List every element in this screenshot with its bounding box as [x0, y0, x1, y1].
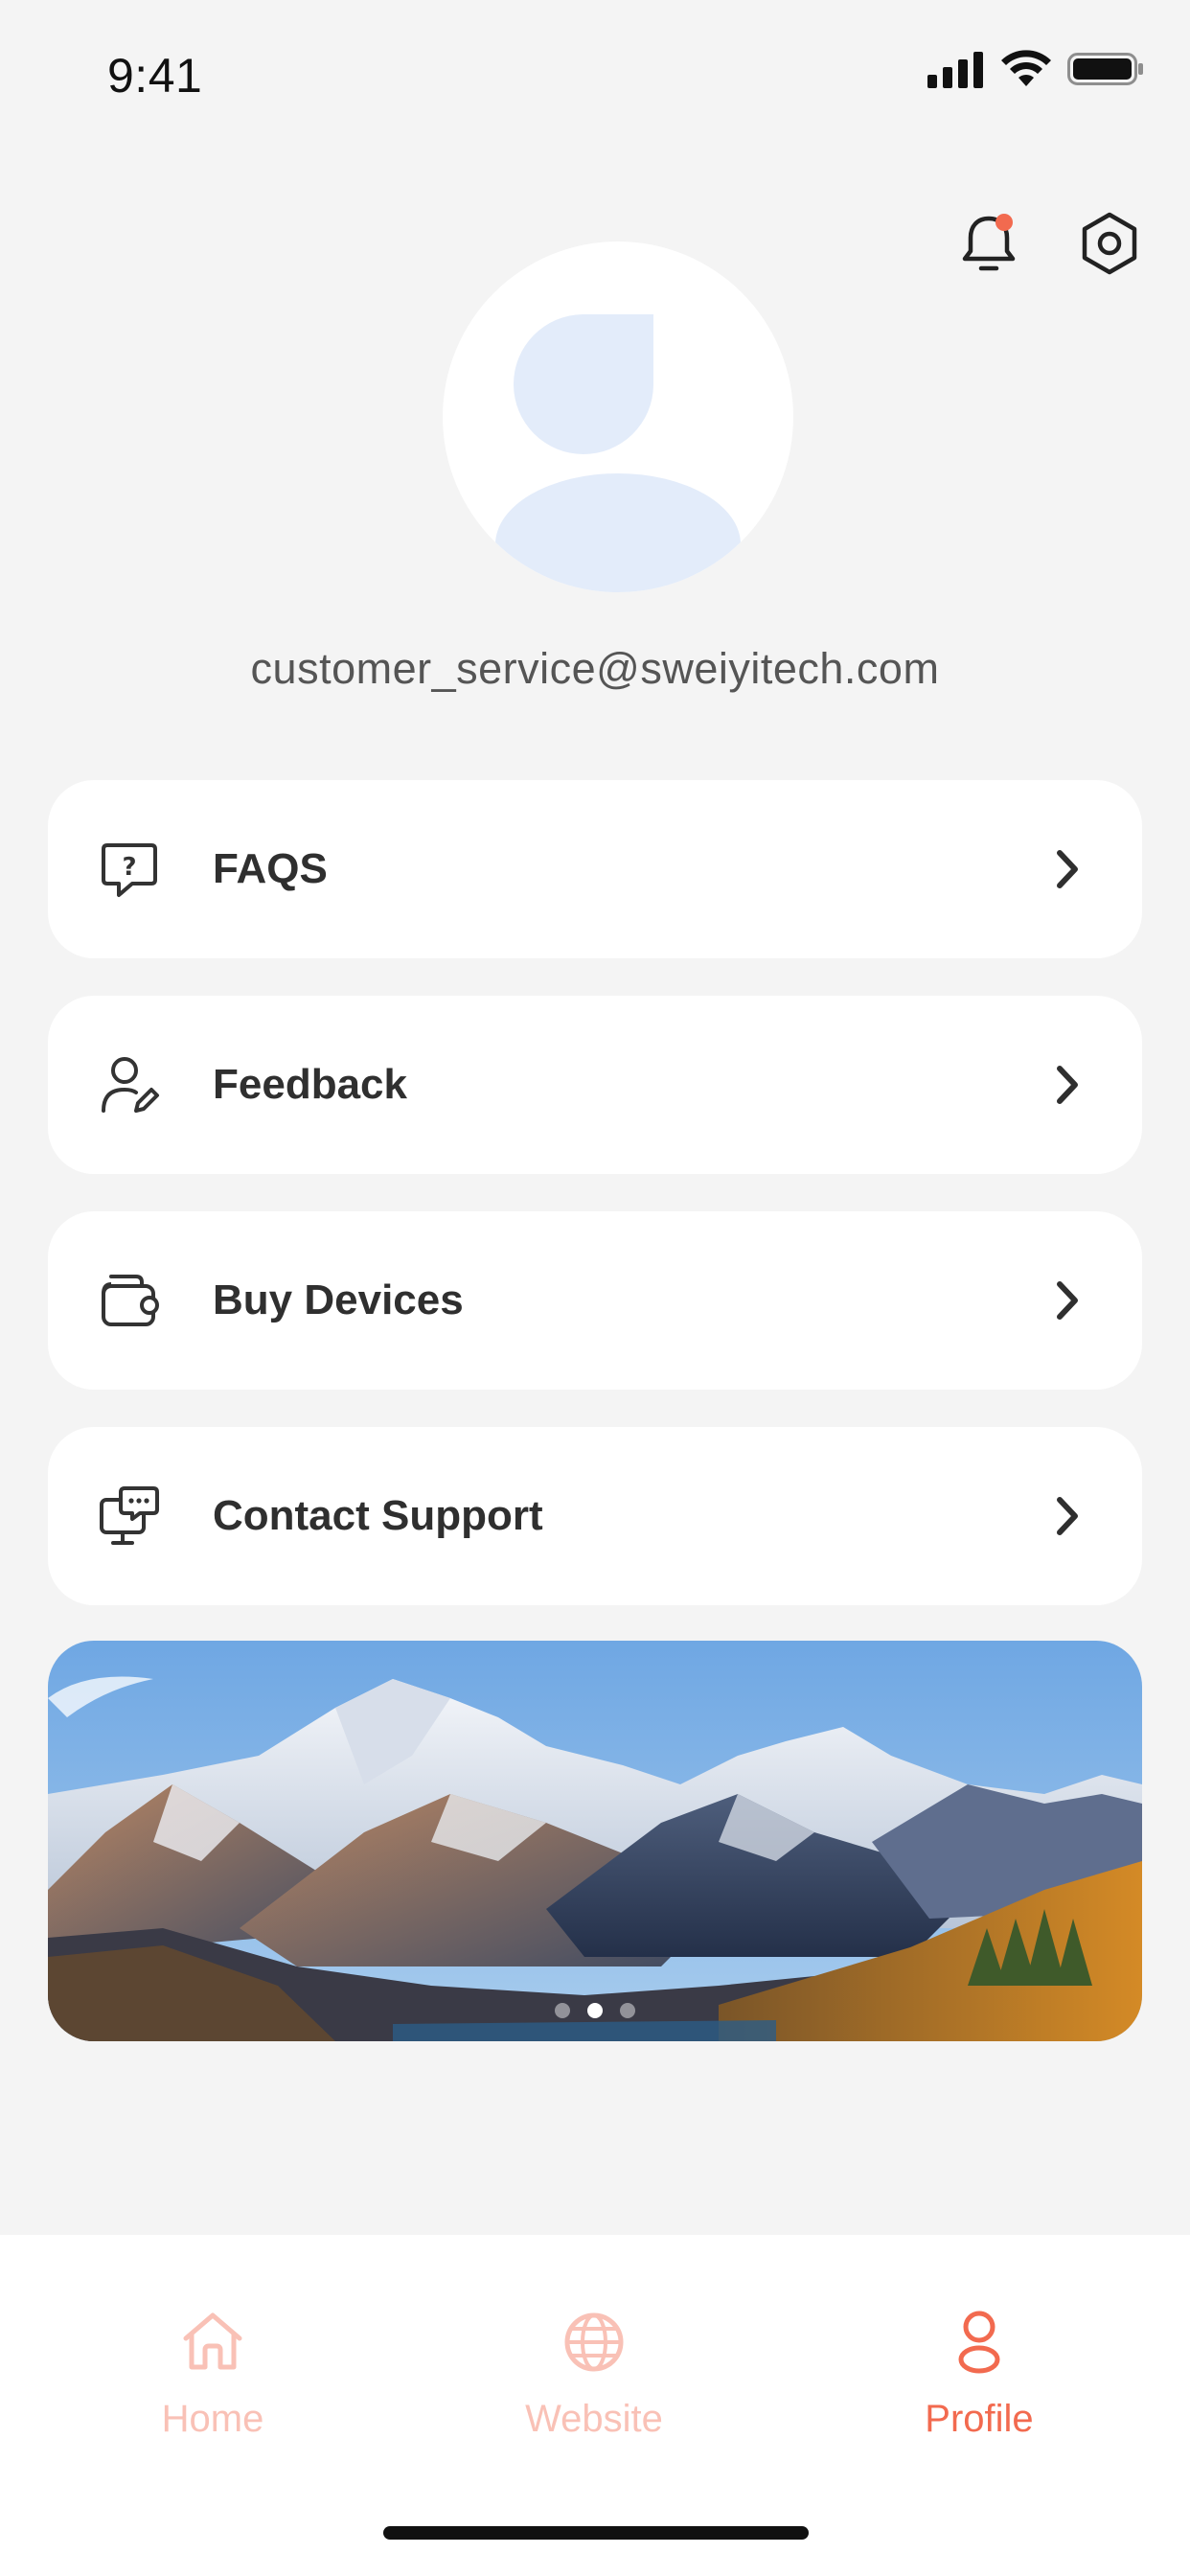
support-chat-icon [100, 1486, 159, 1545]
carousel-dots [48, 2003, 1142, 2018]
menu-item-faqs[interactable]: ? FAQS [48, 780, 1142, 958]
battery-icon [1067, 53, 1143, 85]
user-edit-icon [102, 1057, 159, 1113]
globe-icon [564, 2312, 624, 2372]
banner-carousel[interactable] [48, 1641, 1142, 2041]
carousel-dot-active[interactable] [587, 2003, 603, 2018]
tab-label: Home [161, 2398, 264, 2440]
menu-item-contact-support[interactable]: Contact Support [48, 1427, 1142, 1605]
notification-badge [995, 214, 1013, 231]
home-indicator[interactable] [383, 2526, 809, 2540]
tab-label: Website [525, 2398, 663, 2440]
menu-item-label: Feedback [213, 1061, 407, 1108]
carousel-dot[interactable] [555, 2003, 570, 2018]
carousel-dot[interactable] [620, 2003, 635, 2018]
home-icon [183, 2312, 242, 2370]
settings-gear-icon[interactable] [1075, 209, 1144, 278]
wifi-icon [1001, 50, 1051, 86]
menu-item-buy-devices[interactable]: Buy Devices [48, 1211, 1142, 1390]
menu-item-feedback[interactable]: Feedback [48, 996, 1142, 1174]
chevron-right-icon [1057, 1066, 1078, 1104]
status-icons [927, 50, 1144, 88]
tab-website[interactable]: Website [469, 2306, 719, 2441]
notification-bell-icon[interactable] [954, 209, 1023, 278]
profile-email: customer_service@sweiyitech.com [250, 644, 940, 693]
chevron-right-icon [1057, 850, 1078, 888]
wallet-icon [102, 1275, 159, 1326]
mountain-landscape-image [48, 1641, 1142, 2041]
default-avatar-icon [495, 314, 741, 592]
tab-home[interactable]: Home [88, 2306, 337, 2441]
svg-text:?: ? [122, 853, 136, 882]
person-icon [958, 2311, 1000, 2374]
chevron-right-icon [1057, 1497, 1078, 1535]
tab-profile[interactable]: Profile [855, 2306, 1104, 2441]
bottom-tab-bar: Home Website Profile [0, 2235, 1190, 2576]
menu-item-label: Buy Devices [213, 1276, 464, 1323]
status-time: 9:41 [107, 49, 203, 103]
menu-item-label: FAQS [213, 845, 328, 892]
menu-item-label: Contact Support [213, 1492, 543, 1539]
tab-label: Profile [925, 2398, 1034, 2440]
avatar[interactable] [443, 242, 793, 592]
question-bubble-icon: ? [102, 843, 157, 897]
status-bar: 9:41 [0, 0, 1190, 144]
cellular-signal-icon [927, 52, 983, 88]
chevron-right-icon [1057, 1281, 1078, 1320]
